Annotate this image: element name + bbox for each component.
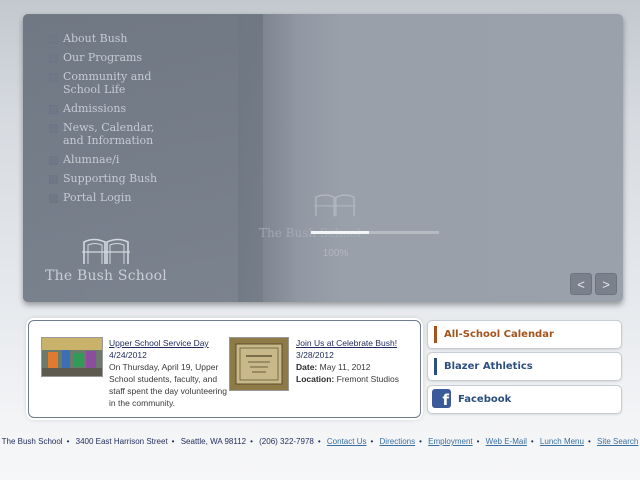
nav-item-supporting[interactable]: Supporting Bush	[45, 172, 245, 185]
bullet-icon	[49, 35, 58, 44]
event-location-label: Location:	[296, 374, 335, 384]
footer-separator: •	[66, 437, 70, 446]
next-slide-button[interactable]: >	[595, 273, 617, 295]
bullet-icon	[49, 124, 58, 133]
footer-link-employment[interactable]: Employment	[428, 437, 472, 446]
footer-separator: •	[171, 437, 175, 446]
news-body: Join Us at Celebrate Bush! 3/28/2012 Dat…	[296, 337, 406, 385]
nav-item-admissions[interactable]: Admissions	[45, 102, 245, 115]
nav-item-programs[interactable]: Our Programs	[45, 51, 245, 64]
button-label: Facebook	[458, 394, 512, 405]
footer-school-name: The Bush School	[1, 437, 63, 446]
nav-label: News, Calendar, and Information	[63, 121, 155, 147]
footer-separator: •	[250, 437, 253, 446]
footer-link-webmail[interactable]: Web E-Mail	[486, 437, 527, 446]
footer-separator: •	[476, 437, 480, 446]
nav-item-about[interactable]: About Bush	[45, 32, 245, 45]
footer-separator: •	[370, 437, 374, 446]
facebook-button[interactable]: f Facebook	[427, 385, 622, 414]
nav-label: Admissions	[63, 102, 127, 115]
footer-link-contact[interactable]: Contact Us	[327, 437, 367, 446]
footer-link-lunch-menu[interactable]: Lunch Menu	[540, 437, 584, 446]
progress-percent: 100%	[322, 248, 349, 259]
footer-link-site-search[interactable]: Site Search	[597, 437, 638, 446]
logo-text: The Bush School	[45, 268, 167, 284]
all-school-calendar-button[interactable]: All-School Calendar	[427, 320, 622, 349]
bullet-icon	[49, 105, 58, 114]
bullet-icon	[49, 156, 58, 165]
bullet-icon	[49, 73, 58, 82]
accent-bar	[434, 358, 437, 375]
bullet-icon	[49, 194, 58, 203]
nav-label: Supporting Bush	[63, 172, 158, 185]
event-invitation-image[interactable]	[229, 337, 289, 391]
footer-separator: •	[530, 437, 534, 446]
progress-fill	[311, 231, 369, 234]
event-date-label: Date:	[296, 362, 318, 372]
news-photo[interactable]	[41, 337, 103, 377]
slideshow-loader: The Bush School 100%	[253, 192, 453, 282]
facebook-icon: f	[432, 389, 451, 409]
news-body: Upper School Service Day 4/24/2012 On Th…	[109, 337, 227, 409]
event-location-value: Fremont Studios	[336, 374, 399, 384]
nav-label: About Bush	[63, 32, 128, 45]
previous-slide-button[interactable]: <	[570, 273, 592, 295]
nav-item-news[interactable]: News, Calendar, and Information	[45, 121, 163, 147]
accent-bar	[434, 326, 437, 343]
event-date-value: May 11, 2012	[319, 362, 371, 372]
news-title-link[interactable]: Join Us at Celebrate Bush!	[296, 338, 397, 348]
news-date: 4/24/2012	[109, 350, 147, 360]
footer-link-directions[interactable]: Directions	[380, 437, 416, 446]
news-panel: Upper School Service Day 4/24/2012 On Th…	[28, 320, 421, 418]
button-label: Blazer Athletics	[444, 361, 533, 372]
nav-item-alumni[interactable]: Alumnae/i	[45, 153, 245, 166]
site-footer: The Bush School • 3400 East Harrison Stre…	[0, 437, 640, 446]
button-label: All-School Calendar	[444, 329, 554, 340]
bullet-icon	[49, 175, 58, 184]
footer-separator: •	[587, 437, 591, 446]
nav-item-community[interactable]: Community and School Life	[45, 70, 153, 96]
slideshow-controls: < >	[570, 273, 617, 295]
nav-item-portal[interactable]: Portal Login	[45, 191, 245, 204]
nav-label: Our Programs	[63, 51, 143, 64]
main-nav: About Bush Our Programs Community and Sc…	[45, 32, 245, 210]
nav-label: Alumnae/i	[63, 153, 120, 166]
book-icon	[82, 238, 130, 264]
news-date: 3/28/2012	[296, 350, 334, 360]
footer-separator: •	[317, 437, 321, 446]
nav-label: Portal Login	[63, 191, 132, 204]
news-summary: On Thursday, April 19, Upper School stud…	[109, 362, 227, 408]
footer-city: Seattle, WA 98112	[180, 437, 247, 446]
book-icon	[314, 194, 356, 217]
footer-address: 3400 East Harrison Street	[75, 437, 168, 446]
nav-label: Community and School Life	[63, 70, 152, 96]
school-logo[interactable]: The Bush School	[41, 236, 171, 296]
bullet-icon	[49, 54, 58, 63]
news-title-link[interactable]: Upper School Service Day	[109, 338, 209, 348]
footer-phone: (206) 322-7978	[259, 437, 314, 446]
blazer-athletics-button[interactable]: Blazer Athletics	[427, 352, 622, 381]
footer-separator: •	[419, 437, 422, 446]
hero-slideshow: About Bush Our Programs Community and Sc…	[23, 14, 623, 302]
progress-bar	[311, 231, 439, 234]
